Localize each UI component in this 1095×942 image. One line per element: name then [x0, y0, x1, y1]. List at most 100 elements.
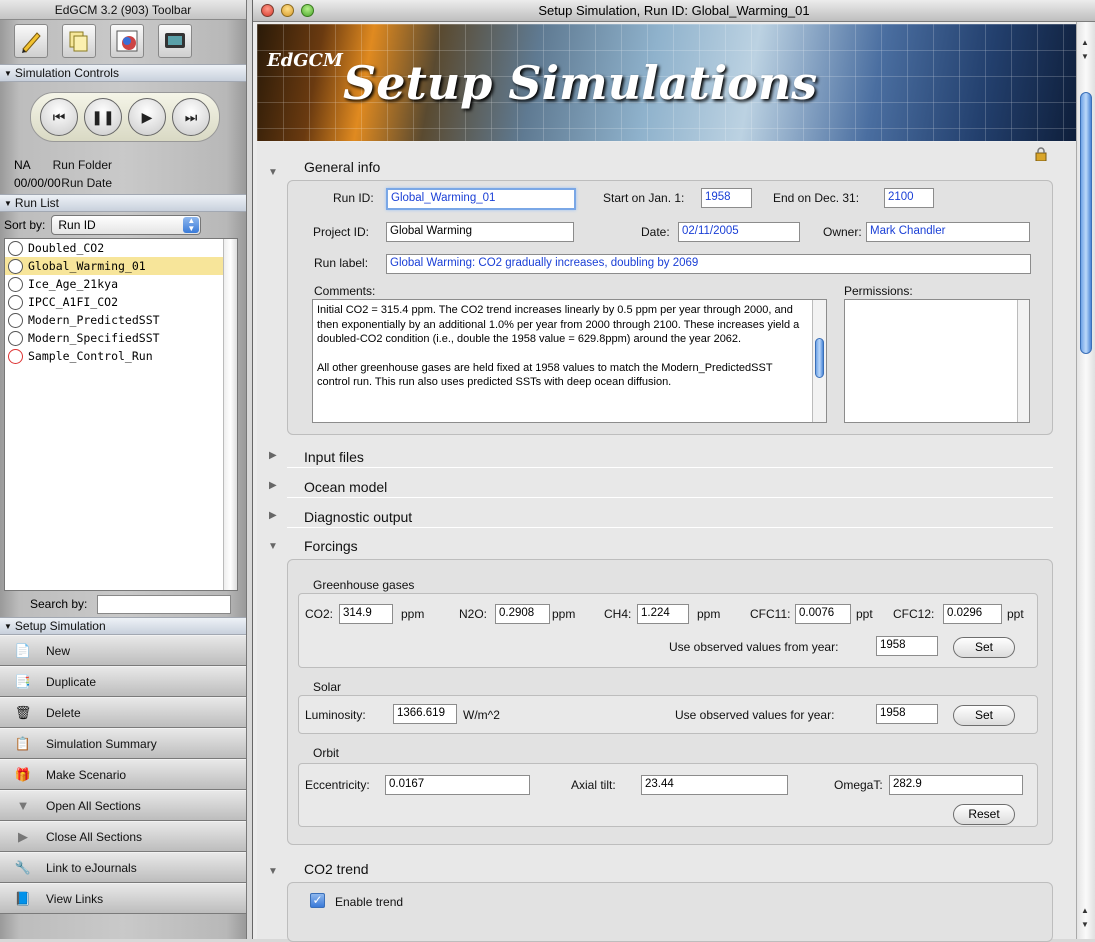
- owner-field[interactable]: Mark Chandler: [866, 222, 1030, 242]
- run-id-field[interactable]: Global_Warming_01: [386, 188, 576, 210]
- disclosure-open-icon[interactable]: ▼: [268, 866, 278, 877]
- scroll-down-arrow-icon[interactable]: ▼: [1081, 52, 1089, 61]
- pause-icon[interactable]: ❚❚: [84, 98, 122, 136]
- sort-by-label: Sort by:: [4, 218, 46, 232]
- disclosure-closed-icon[interactable]: ▶: [269, 450, 277, 461]
- new-button[interactable]: 📄 New: [0, 635, 246, 666]
- window-scrollbar[interactable]: ▲ ▼ ▲ ▼: [1076, 22, 1095, 939]
- comments-textarea[interactable]: Initial CO2 = 315.4 ppm. The CO2 trend i…: [312, 299, 827, 423]
- forcings-title[interactable]: Forcings: [304, 538, 358, 554]
- lock-icon[interactable]: [1035, 147, 1047, 161]
- documents-icon[interactable]: [62, 24, 96, 58]
- run-item[interactable]: Ice_Age_21kya: [5, 275, 237, 293]
- triangle-right-icon: ▶: [18, 828, 28, 844]
- run-id-label: Run ID:: [333, 191, 374, 205]
- radio-circle-icon: [8, 258, 23, 274]
- co2-trend-title[interactable]: CO2 trend: [304, 861, 369, 877]
- luminosity-label: Luminosity:: [305, 708, 366, 722]
- eccentricity-field[interactable]: 0.0167: [385, 775, 530, 795]
- open-all-sections-button[interactable]: ▼ Open All Sections: [0, 790, 246, 821]
- diagnostic-output-section[interactable]: Diagnostic output: [304, 509, 412, 525]
- solar-set-button[interactable]: Set: [953, 705, 1015, 726]
- start-year-field[interactable]: 1958: [701, 188, 752, 208]
- date-label: Date:: [641, 225, 670, 239]
- solar-year-field[interactable]: 1958: [876, 704, 938, 724]
- zoom-window-icon[interactable]: [301, 4, 314, 17]
- run-list-scrollbar[interactable]: [223, 239, 237, 590]
- permissions-scrollbar[interactable]: [1017, 300, 1029, 422]
- skip-back-icon[interactable]: ⏮: [40, 98, 78, 136]
- run-item[interactable]: Doubled_CO2: [5, 239, 237, 257]
- run-item[interactable]: Modern_SpecifiedSST: [5, 329, 237, 347]
- end-year-field[interactable]: 2100: [884, 188, 934, 208]
- run-label-field[interactable]: Global Warming: CO2 gradually increases,…: [386, 254, 1031, 274]
- delete-button[interactable]: 🗑 Delete: [0, 697, 246, 728]
- close-all-sections-button[interactable]: ▶ Close All Sections: [0, 821, 246, 852]
- radio-circle-icon: [8, 294, 23, 310]
- toolbar-title: EdGCM 3.2 (903) Toolbar: [0, 0, 246, 20]
- scroll-up-arrow-icon[interactable]: ▲: [1081, 38, 1089, 47]
- search-input[interactable]: [97, 594, 232, 614]
- setup-simulation-header[interactable]: Setup Simulation: [0, 617, 246, 635]
- n2o-unit: ppm: [552, 607, 576, 621]
- scroll-down-arrow-icon[interactable]: ▼: [1081, 920, 1089, 929]
- ghg-set-button[interactable]: Set: [953, 637, 1015, 658]
- date-field[interactable]: 02/11/2005: [678, 222, 800, 242]
- radio-circle-icon: [8, 276, 23, 292]
- co2-unit: ppm: [401, 607, 425, 621]
- duplicate-button[interactable]: 📑 Duplicate: [0, 666, 246, 697]
- n2o-field[interactable]: 0.2908: [495, 604, 550, 624]
- triangle-down-icon: ▼: [16, 798, 30, 813]
- scrollbar-thumb[interactable]: [1080, 92, 1092, 354]
- disclosure-open-icon[interactable]: ▼: [268, 541, 278, 552]
- run-list[interactable]: Doubled_CO2 Global_Warming_01 Ice_Age_21…: [4, 238, 238, 591]
- pencil-icon[interactable]: [14, 24, 48, 58]
- simulation-summary-button[interactable]: 📋 Simulation Summary: [0, 728, 246, 759]
- banner-title: Setup Simulations: [343, 56, 818, 110]
- cfc11-field[interactable]: 0.0076: [795, 604, 851, 624]
- project-id-field[interactable]: Global Warming: [386, 222, 574, 242]
- ch4-field[interactable]: 1.224: [637, 604, 689, 624]
- playback-controls: ⏮ ❚❚ ▶ ⏭: [30, 92, 220, 142]
- select-arrows-icon: ▲ ▼: [183, 217, 200, 233]
- luminosity-field[interactable]: 1366.619: [393, 704, 457, 724]
- ghg-year-field[interactable]: 1958: [876, 636, 938, 656]
- run-item[interactable]: IPCC_A1FI_CO2: [5, 293, 237, 311]
- minimize-window-icon[interactable]: [281, 4, 294, 17]
- simulation-controls-header[interactable]: Simulation Controls: [0, 64, 246, 82]
- general-info-title[interactable]: General info: [304, 159, 380, 175]
- start-year-label: Start on Jan. 1:: [603, 191, 685, 205]
- disclosure-closed-icon[interactable]: ▶: [269, 480, 277, 491]
- setup-content: ▼ General info Run ID: Global_Warming_01…: [257, 142, 1076, 942]
- axial-tilt-field[interactable]: 23.44: [641, 775, 788, 795]
- link-to-ejournals-button[interactable]: 🔧 Link to eJournals: [0, 852, 246, 883]
- run-item[interactable]: Modern_PredictedSST: [5, 311, 237, 329]
- permissions-list[interactable]: [844, 299, 1030, 423]
- make-scenario-button[interactable]: 🎁 Make Scenario: [0, 759, 246, 790]
- input-files-section[interactable]: Input files: [304, 449, 364, 465]
- monitor-icon[interactable]: [158, 24, 192, 58]
- disclosure-closed-icon[interactable]: ▶: [269, 510, 277, 521]
- disclosure-open-icon[interactable]: ▼: [268, 167, 278, 178]
- skip-forward-icon[interactable]: ⏭: [172, 98, 210, 136]
- cfc12-field[interactable]: 0.0296: [943, 604, 1002, 624]
- run-item-selected[interactable]: Global_Warming_01: [5, 257, 237, 275]
- comments-scrollbar[interactable]: [812, 300, 826, 422]
- data-table-icon[interactable]: [110, 24, 144, 58]
- enable-trend-label: Enable trend: [335, 895, 404, 909]
- co2-field[interactable]: 314.9: [339, 604, 393, 624]
- close-window-icon[interactable]: [261, 4, 274, 17]
- run-list-header[interactable]: Run List: [0, 194, 246, 212]
- scroll-up-arrow-icon[interactable]: ▲: [1081, 906, 1089, 915]
- orbit-reset-button[interactable]: Reset: [953, 804, 1015, 825]
- radio-circle-icon: [8, 348, 23, 364]
- view-links-button[interactable]: 📘 View Links: [0, 883, 246, 914]
- ocean-model-section[interactable]: Ocean model: [304, 479, 387, 495]
- solar-title: Solar: [313, 680, 342, 694]
- sort-by-select[interactable]: Run ID ▲ ▼: [51, 215, 202, 235]
- run-item[interactable]: Sample_Control_Run: [5, 347, 237, 365]
- enable-trend-checkbox[interactable]: ✓: [310, 893, 325, 908]
- tools-icon: 🔧: [14, 859, 32, 875]
- omegat-field[interactable]: 282.9: [889, 775, 1023, 795]
- play-icon[interactable]: ▶: [128, 98, 166, 136]
